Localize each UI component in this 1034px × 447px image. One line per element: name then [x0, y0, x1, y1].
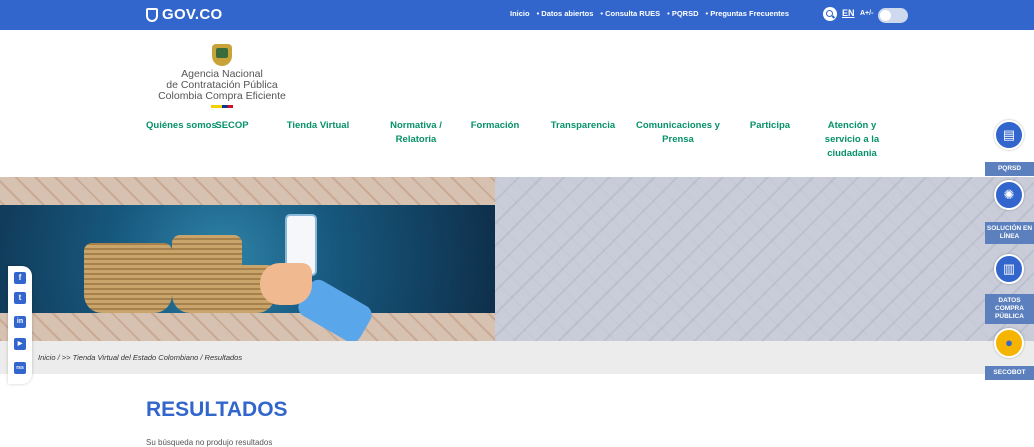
top-link-pqrsd[interactable]: • PQRSD	[667, 9, 698, 18]
gov-co-label: GOV.CO	[162, 6, 223, 23]
hand-illustration	[260, 263, 312, 305]
results-message: Su búsqueda no produjo resultados	[146, 438, 273, 447]
nav-formacion[interactable]: Formación	[466, 119, 524, 133]
basket-illustration	[84, 243, 172, 313]
shield-icon	[146, 7, 158, 22]
top-link-datos-abiertos[interactable]: • Datos abiertos	[537, 9, 594, 18]
pqrsd-label[interactable]: PQRSD	[985, 162, 1034, 176]
contrast-toggle[interactable]	[878, 8, 908, 23]
secobot-label[interactable]: SECOBOT	[985, 366, 1034, 380]
top-link-consulta-rues[interactable]: • Consulta RUES	[600, 9, 660, 18]
gov-co-logo[interactable]: GOV.CO	[146, 6, 222, 23]
top-link-inicio[interactable]: Inicio	[510, 9, 530, 18]
chart-icon: ▥	[1002, 261, 1016, 276]
rss-icon[interactable]: rss	[14, 362, 26, 374]
secobot-button[interactable]: ●	[994, 328, 1024, 358]
top-link-preguntas[interactable]: • Preguntas Frecuentes	[706, 9, 790, 18]
nav-comunicaciones[interactable]: Comunicaciones y Prensa	[636, 119, 720, 147]
social-bar: f t in ▶ rss	[8, 266, 32, 384]
nav-tienda-virtual[interactable]: Tienda Virtual	[283, 119, 353, 133]
datos-label[interactable]: DATOS COMPRA PÚBLICA	[985, 294, 1034, 324]
facebook-icon[interactable]: f	[14, 272, 26, 284]
twitter-icon[interactable]: t	[14, 292, 26, 304]
top-bar: GOV.CO Inicio • Datos abiertos • Consult…	[0, 0, 1034, 30]
solucion-label[interactable]: SOLUCIÓN EN LÍNEA	[985, 222, 1034, 244]
breadcrumb-text[interactable]: Inicio / >> Tienda Virtual del Estado Co…	[38, 353, 242, 362]
bot-icon: ●	[1005, 335, 1013, 350]
nav-atencion[interactable]: Atención y servicio a la ciudadania	[817, 119, 887, 161]
youtube-icon[interactable]: ▶	[14, 338, 26, 350]
banner-pattern	[495, 177, 1034, 341]
coat-of-arms-icon	[212, 44, 232, 66]
language-toggle[interactable]: EN	[842, 8, 855, 18]
datos-button[interactable]: ▥	[994, 254, 1024, 284]
nav-secop[interactable]: SECOP	[212, 119, 252, 133]
main-nav: Quiénes somos SECOP Tienda Virtual Norma…	[0, 119, 1034, 169]
banner-image	[0, 205, 495, 346]
nav-normativa[interactable]: Normativa / Relatoria	[390, 119, 442, 147]
agency-name-line3: Colombia Compra Eficiente	[158, 90, 286, 102]
agency-logo[interactable]: Agencia Nacional de Contratación Pública…	[142, 44, 302, 108]
nav-transparencia[interactable]: Transparencia	[548, 119, 618, 133]
pqrsd-button[interactable]: ▤	[994, 120, 1024, 150]
results-title: RESULTADOS	[146, 398, 288, 421]
lightbulb-icon: ✺	[1003, 187, 1015, 202]
text-size-control[interactable]: A+/-	[860, 10, 873, 17]
flag-stripe	[211, 105, 233, 108]
linkedin-icon[interactable]: in	[14, 316, 26, 328]
hero-banner	[0, 177, 1034, 346]
search-icon[interactable]	[823, 7, 837, 21]
solucion-button[interactable]: ✺	[994, 180, 1024, 210]
right-sidebar: ▤ PQRSD ✺ SOLUCIÓN EN LÍNEA ▥ DATOS COMP…	[985, 0, 1034, 447]
document-icon: ▤	[1002, 127, 1016, 142]
breadcrumb: Inicio / >> Tienda Virtual del Estado Co…	[0, 341, 1034, 374]
nav-participa[interactable]: Participa	[745, 119, 795, 133]
nav-quienes-somos[interactable]: Quiénes somos	[146, 119, 218, 133]
top-links: Inicio • Datos abiertos • Consulta RUES …	[510, 9, 789, 18]
